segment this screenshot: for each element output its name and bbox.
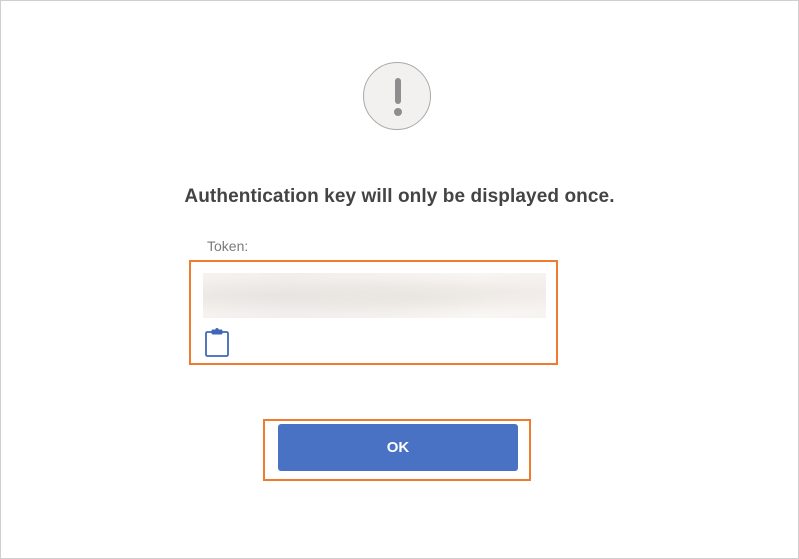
exclamation-icon [363, 62, 431, 130]
token-value-field[interactable] [203, 273, 546, 318]
clipboard-icon [205, 328, 229, 357]
copy-to-clipboard-button[interactable] [204, 327, 230, 357]
dialog-title: Authentication key will only be displaye… [184, 186, 615, 207]
authentication-key-dialog: Authentication key will only be displaye… [0, 0, 799, 559]
token-label: Token: [207, 238, 249, 254]
ok-button[interactable]: OK [278, 424, 518, 471]
token-redaction-blur [203, 273, 546, 318]
